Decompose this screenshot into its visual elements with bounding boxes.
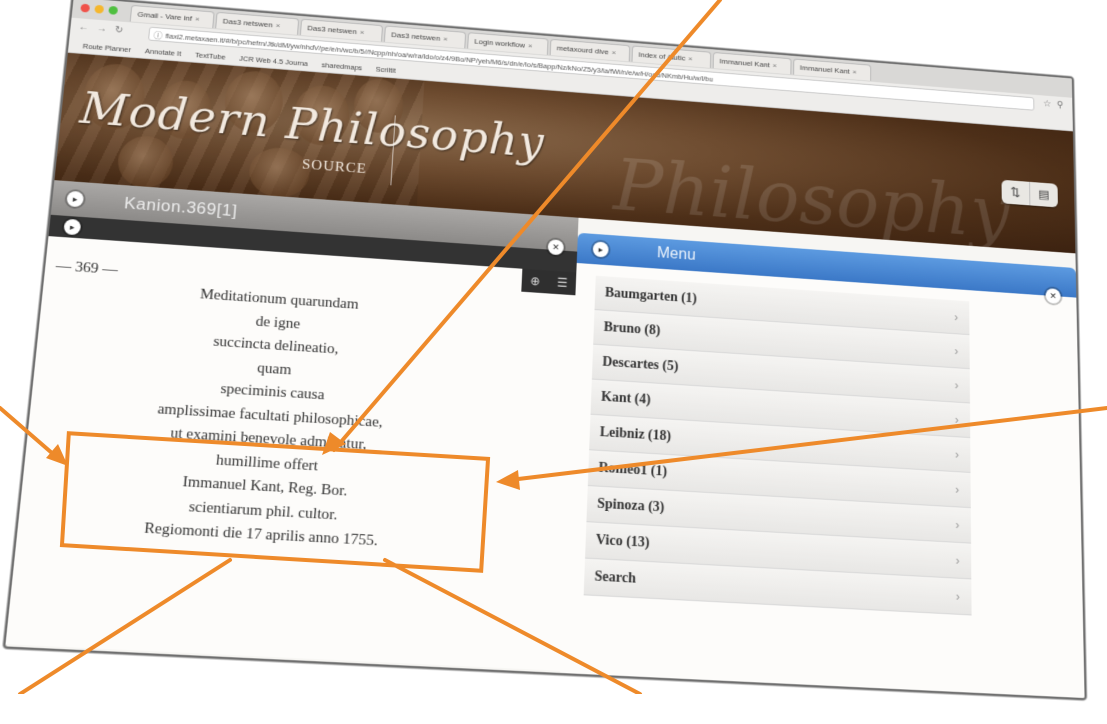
left-panel-title: Kanion.369[1] — [123, 193, 239, 221]
document-viewer: — 369 — Meditationum quarundam de igne s… — [5, 236, 578, 671]
menu-item-label: Kant (4) — [600, 389, 651, 408]
extension-icon[interactable]: ⚲ — [1057, 100, 1064, 110]
chevron-right-icon: › — [954, 378, 959, 393]
tab-close-icon[interactable]: × — [688, 55, 693, 63]
menu-item-label: Romeo1 (1) — [598, 460, 668, 480]
window-controls — [80, 3, 119, 15]
menu-item-label: Vico (13) — [595, 532, 650, 551]
menu-item-label: Search — [594, 569, 637, 587]
tab-close-icon[interactable]: × — [611, 48, 616, 56]
left-panel-close-icon[interactable]: ✕ — [547, 239, 564, 256]
tab-label: Gmail - Vare inf — [137, 10, 193, 23]
tab-label: Immanuel Kant — [799, 63, 850, 76]
forward-icon[interactable]: → — [96, 23, 107, 34]
tab-label: metaxourd dive — [556, 43, 609, 57]
bookmark-star-icon[interactable]: ☆ — [1043, 99, 1051, 109]
page-info-icon[interactable]: ⓘ — [153, 29, 163, 44]
tab-label: Immanuel Kant — [719, 57, 770, 70]
tab-label: Das3 netswen — [390, 30, 441, 43]
tab-label: Login workflow — [474, 37, 526, 50]
chevron-right-icon: › — [955, 447, 959, 462]
header-button-group: ⇅ ▤ — [1001, 179, 1058, 208]
tab-close-icon[interactable]: × — [773, 61, 777, 69]
bookmark-item[interactable]: Annotate It — [144, 44, 182, 61]
bookmark-item[interactable]: TextTube — [194, 48, 226, 64]
chevron-right-icon: › — [954, 310, 959, 325]
menu-close-icon[interactable]: ✕ — [1045, 288, 1061, 304]
tab-label: Index of /autic — [638, 50, 686, 63]
chevron-right-icon: › — [955, 553, 960, 568]
maximize-window-icon[interactable] — [108, 5, 119, 15]
chevron-right-icon: › — [954, 413, 959, 427]
close-window-icon[interactable] — [80, 3, 91, 13]
philosopher-menu-list: Baumgarten (1) › Bruno (8) › Descartes (5)… — [583, 275, 972, 616]
tilted-screenshot: Gmail - Vare inf × Das3 netswen × Das3 net… — [0, 0, 1095, 724]
menu-item-label: Leibniz (18) — [599, 425, 672, 445]
tab-label: Das3 netswen — [307, 23, 358, 36]
document-text: Meditationum quarundam de igne succincta… — [60, 276, 471, 558]
reload-icon[interactable]: ↻ — [114, 25, 123, 36]
menu-item-label: Baumgarten (1) — [604, 285, 698, 307]
header-watermark: Philosophy — [612, 143, 1011, 254]
back-icon[interactable]: ← — [78, 22, 89, 33]
nav-buttons: ← → ↻ — [78, 22, 124, 36]
chevron-right-icon: › — [955, 518, 960, 533]
menu-title: Menu — [656, 244, 696, 264]
document-toolbar: ⊕ ☰ — [521, 268, 577, 296]
panel-expand-icon[interactable]: ▸ — [66, 190, 85, 208]
tab-close-icon[interactable]: × — [360, 28, 365, 37]
chevron-right-icon: › — [955, 482, 960, 497]
sort-icon[interactable]: ⇅ — [1001, 180, 1029, 206]
chevron-right-icon: › — [954, 344, 959, 358]
menu-item-label: Bruno (8) — [603, 320, 661, 339]
minimize-window-icon[interactable] — [94, 4, 105, 14]
chevron-right-icon: › — [955, 589, 960, 604]
document-icon[interactable]: ▤ — [1029, 181, 1058, 208]
menu-item-label: Descartes (5) — [602, 354, 679, 375]
bookmark-item[interactable]: Scriltit — [375, 62, 396, 77]
tab-close-icon[interactable]: × — [443, 35, 448, 44]
globe-icon[interactable]: ⊕ — [530, 274, 541, 288]
tab-label: Das3 netswen — [222, 16, 274, 30]
menu-expand-icon[interactable]: ▸ — [592, 241, 609, 258]
portrait-face — [115, 134, 176, 190]
toolbar-icons: ☆ ⚲ — [1043, 99, 1063, 110]
tab-close-icon[interactable]: × — [852, 68, 856, 76]
subpanel-expand-icon[interactable]: ▸ — [63, 218, 82, 236]
browser-window: Gmail - Vare inf × Das3 netswen × Das3 net… — [2, 0, 1087, 701]
hamburger-menu-icon[interactable]: ☰ — [557, 276, 568, 290]
tab-close-icon[interactable]: × — [275, 21, 280, 30]
tab-close-icon[interactable]: × — [528, 42, 533, 50]
tab-close-icon[interactable]: × — [195, 15, 200, 24]
menu-item-label: Spinoza (3) — [596, 496, 665, 516]
